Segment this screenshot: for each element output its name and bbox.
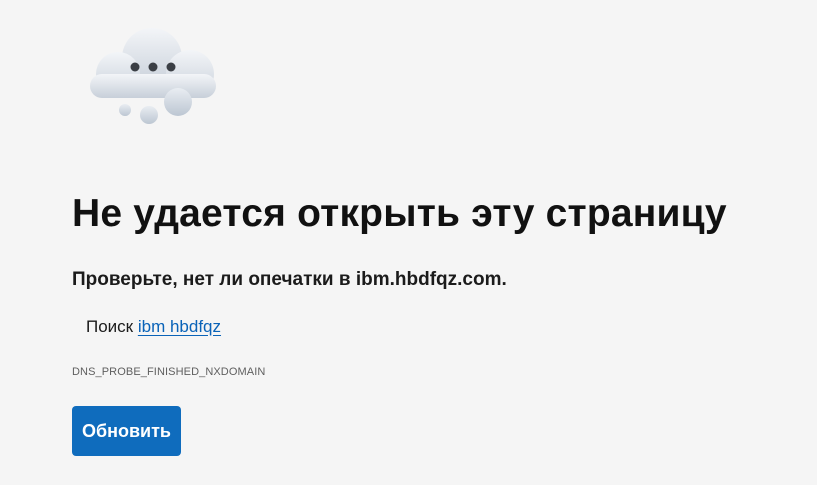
- search-prefix: Поиск: [86, 317, 134, 336]
- search-suggestion: Поиск ibm hbdfqz: [86, 317, 221, 337]
- page-title: Не удается открыть эту страницу: [72, 192, 727, 235]
- typo-hint: Проверьте, нет ли опечатки в ibm.hbdfqz.…: [72, 269, 507, 290]
- error-page: Не удается открыть эту страницу Проверьт…: [0, 0, 817, 485]
- error-code: DNS_PROBE_FINISHED_NXDOMAIN: [72, 366, 266, 378]
- ellipsis-dots: [130, 62, 176, 72]
- search-link[interactable]: ibm hbdfqz: [138, 317, 221, 336]
- reload-button[interactable]: Обновить: [72, 406, 181, 456]
- cloud-offline-icon: [90, 28, 216, 124]
